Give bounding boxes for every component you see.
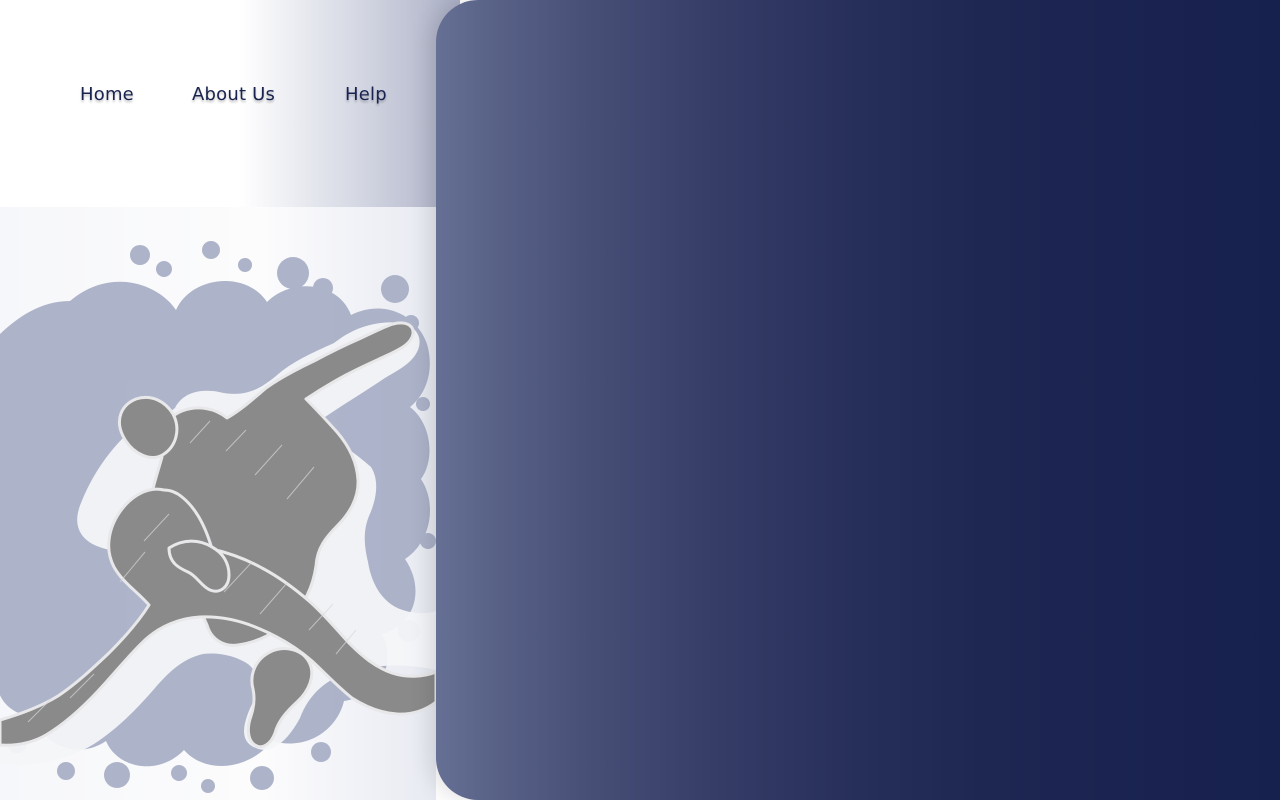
- top-navigation: Home About Us Help: [0, 0, 436, 190]
- nav-item-home[interactable]: Home: [80, 84, 134, 105]
- nav-item-about-us[interactable]: About Us: [192, 84, 275, 105]
- judo-illustration-panel: [0, 207, 436, 800]
- judo-throw-illustration: [0, 241, 436, 793]
- page: Home About Us Help: [0, 0, 1280, 800]
- hero-panel: [436, 0, 1280, 800]
- nav-item-help[interactable]: Help: [345, 84, 387, 105]
